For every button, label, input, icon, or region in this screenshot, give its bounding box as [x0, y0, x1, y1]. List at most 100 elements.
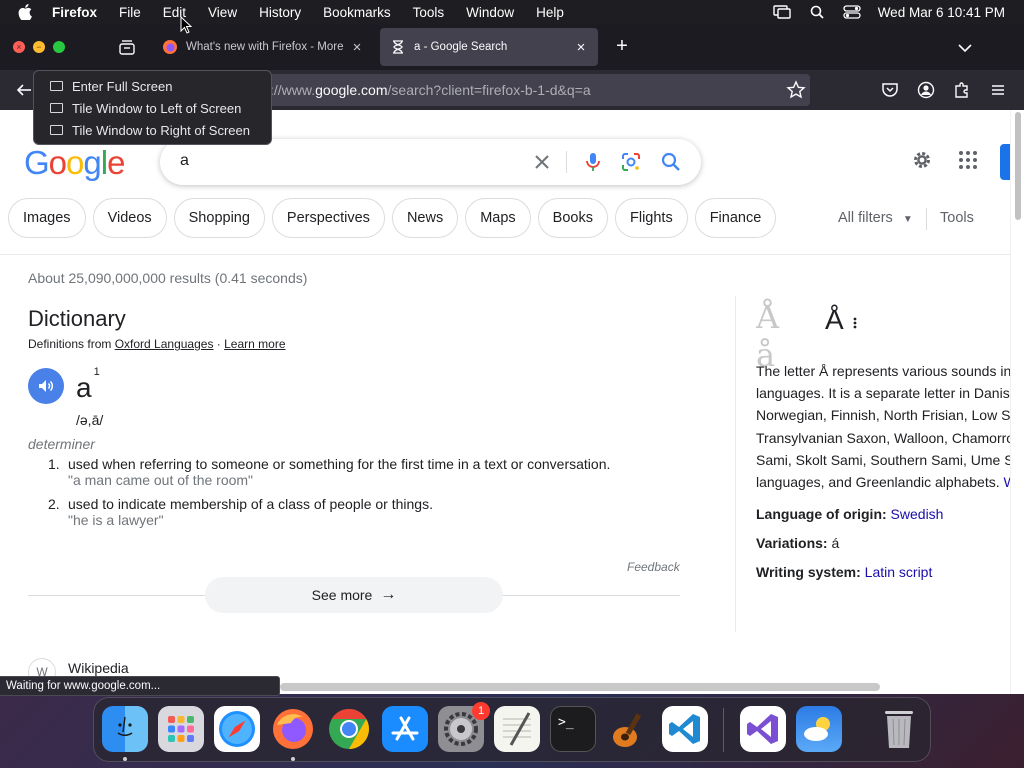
chip-news[interactable]: News	[391, 198, 459, 238]
firefox-view-icon[interactable]	[118, 39, 136, 55]
menu-help[interactable]: Help	[536, 5, 564, 20]
search-divider	[566, 151, 567, 173]
chip-maps[interactable]: Maps	[465, 198, 531, 238]
more-options-kebab-icon[interactable]	[852, 316, 858, 330]
tab-close-icon[interactable]: ×	[348, 39, 366, 56]
window-controls: × −	[13, 41, 73, 53]
swedish-link[interactable]: Swedish	[891, 506, 944, 522]
google-apps-grid-icon[interactable]	[958, 150, 978, 170]
menu-bar: Firefox File Edit View History Bookmarks…	[0, 0, 1024, 24]
firefox-icon[interactable]	[270, 706, 316, 752]
back-arrow-icon[interactable]	[14, 80, 34, 100]
chip-books[interactable]: Books	[537, 198, 608, 238]
all-filters-button[interactable]: All filters ▼	[838, 210, 913, 226]
chip-flights[interactable]: Flights	[614, 198, 688, 238]
definition-item: 1. used when referring to someone or some…	[48, 456, 611, 488]
horizontal-scrollbar[interactable]	[280, 683, 880, 691]
phonetic-spelling: /ə,ā/	[76, 412, 104, 428]
trash-icon[interactable]	[876, 706, 922, 752]
menu-file[interactable]: File	[119, 5, 141, 20]
system-settings-icon[interactable]: 1	[438, 702, 490, 752]
oxford-languages-link[interactable]: Oxford Languages	[115, 337, 214, 351]
visual-studio-icon[interactable]	[740, 706, 786, 752]
knowledge-panel-image[interactable]: Å å	[756, 298, 810, 374]
see-more-button[interactable]: See more →	[205, 577, 503, 613]
chip-finance[interactable]: Finance	[694, 198, 777, 238]
window-icon	[50, 81, 63, 91]
fact-language-of-origin: Language of origin: Swedish	[756, 506, 944, 522]
new-tab-plus-icon[interactable]: +	[612, 36, 632, 56]
vscode-icon[interactable]	[662, 706, 708, 752]
menu-view[interactable]: View	[208, 5, 237, 20]
search-magnifier-icon[interactable]	[660, 151, 682, 173]
menu-tools[interactable]: Tools	[413, 5, 445, 20]
terminal-icon[interactable]: >_	[550, 706, 596, 752]
status-bar: Waiting for www.google.com...	[0, 676, 280, 696]
list-all-tabs-chevron-icon[interactable]	[958, 40, 972, 58]
google-logo[interactable]: Google	[24, 144, 125, 182]
chip-perspectives[interactable]: Perspectives	[271, 198, 385, 238]
wikipedia-result-title[interactable]: Wikipedia	[68, 660, 129, 676]
safari-icon[interactable]	[214, 706, 260, 752]
close-window-button[interactable]: ×	[13, 41, 25, 53]
screen-mirroring-icon[interactable]	[772, 5, 791, 19]
textedit-icon[interactable]	[494, 706, 540, 752]
menu-item-enter-full-screen[interactable]: Enter Full Screen	[34, 75, 271, 97]
window-icon	[50, 125, 63, 135]
chrome-icon[interactable]	[326, 706, 372, 752]
menu-clock[interactable]: Wed Mar 6 10:41 PM	[878, 5, 1005, 20]
vertical-scrollbar[interactable]	[1010, 110, 1024, 694]
minimize-window-button[interactable]: −	[33, 41, 45, 53]
zoom-window-button[interactable]	[53, 41, 65, 53]
firefox-icon	[162, 39, 178, 55]
menu-item-tile-left[interactable]: Tile Window to Left of Screen	[34, 97, 271, 119]
learn-more-link[interactable]: Learn more	[224, 337, 285, 351]
tab-title: What's new with Firefox - More	[186, 41, 344, 53]
latin-script-link[interactable]: Latin script	[865, 564, 933, 580]
spotlight-search-icon[interactable]	[808, 5, 826, 19]
hamburger-menu-icon[interactable]	[988, 80, 1008, 100]
voice-search-mic-icon[interactable]	[582, 151, 604, 173]
definition-example: "a man came out of the room"	[68, 472, 254, 488]
apple-icon[interactable]	[18, 0, 34, 24]
pronunciation-speaker-button[interactable]	[28, 368, 64, 404]
speaker-icon	[39, 380, 53, 392]
chip-shopping[interactable]: Shopping	[173, 198, 265, 238]
garageband-icon[interactable]	[606, 706, 652, 752]
sign-in-button[interactable]	[1000, 144, 1010, 180]
google-lens-camera-icon[interactable]	[620, 151, 642, 173]
menu-app-name[interactable]: Firefox	[52, 5, 97, 20]
clear-search-icon[interactable]	[532, 152, 552, 172]
weather-icon[interactable]	[796, 706, 842, 752]
menu-window[interactable]: Window	[466, 5, 514, 20]
account-icon[interactable]	[916, 80, 936, 100]
header-divider	[0, 254, 1010, 255]
launchpad-icon[interactable]	[158, 706, 204, 752]
result-stats: About 25,090,000,000 results (0.41 secon…	[28, 270, 308, 286]
bookmark-star-icon[interactable]	[786, 80, 806, 100]
running-indicator	[291, 757, 295, 761]
definition-example: "he is a lawyer"	[68, 512, 164, 528]
part-of-speech: determiner	[28, 436, 95, 452]
chip-images[interactable]: Images	[8, 198, 86, 238]
knowledge-panel-divider	[735, 296, 736, 632]
extensions-puzzle-icon[interactable]	[952, 80, 972, 100]
pocket-icon[interactable]	[880, 80, 900, 100]
menu-bookmarks[interactable]: Bookmarks	[323, 5, 391, 20]
chip-videos[interactable]: Videos	[92, 198, 167, 238]
fact-writing-system: Writing system: Latin script	[756, 564, 933, 580]
feedback-link[interactable]: Feedback	[627, 560, 680, 574]
control-center-icon[interactable]	[843, 5, 861, 19]
search-box[interactable]: a	[160, 139, 701, 185]
settings-gear-icon[interactable]	[911, 149, 933, 171]
tab-google-search[interactable]: a - Google Search ×	[380, 28, 598, 66]
finder-icon[interactable]	[102, 706, 148, 752]
tab-close-icon[interactable]: ×	[572, 39, 590, 56]
search-query[interactable]: a	[180, 152, 189, 170]
fact-variations: Variations: á	[756, 535, 840, 551]
tools-button[interactable]: Tools	[940, 210, 974, 226]
menu-history[interactable]: History	[259, 5, 301, 20]
app-store-icon[interactable]	[382, 706, 428, 752]
scrollbar-thumb[interactable]	[1015, 112, 1021, 220]
menu-item-tile-right[interactable]: Tile Window to Right of Screen	[34, 119, 271, 141]
